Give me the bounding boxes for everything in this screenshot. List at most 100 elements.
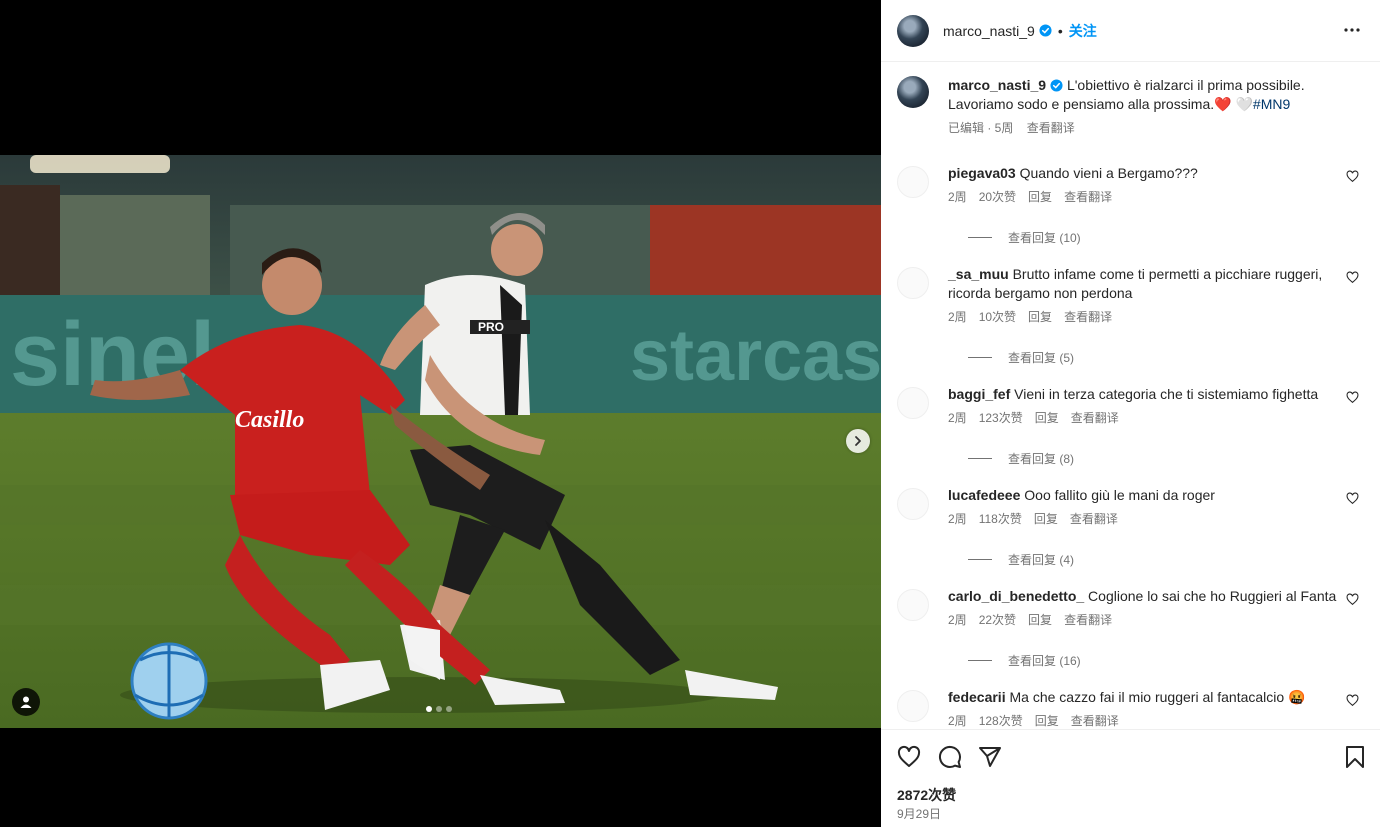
avatar[interactable] — [897, 166, 929, 198]
see-translation-button[interactable]: 查看翻译 — [1064, 310, 1112, 324]
comment-item: piegava03 Quando vieni a Bergamo??? 2周 20… — [897, 164, 1367, 246]
view-replies-button[interactable]: 查看回复 (4) — [968, 551, 1367, 568]
comment-meta: 2周 118次赞 回复 查看翻译 — [948, 510, 1367, 527]
reply-button[interactable]: 回复 — [1035, 411, 1059, 425]
comment-likes[interactable]: 128次赞 — [979, 714, 1023, 728]
comment-text: Quando vieni a Bergamo??? — [1019, 165, 1198, 181]
see-translation-button[interactable]: 查看翻译 — [1071, 411, 1119, 425]
share-icon[interactable] — [978, 745, 1002, 769]
view-replies-button[interactable]: 查看回复 (8) — [968, 450, 1367, 467]
reply-button[interactable]: 回复 — [1028, 613, 1052, 627]
more-icon[interactable] — [1340, 18, 1364, 42]
follow-button[interactable]: 关注 — [1069, 21, 1097, 41]
comment-text: Vieni in terza categoria che ti sistemia… — [1014, 386, 1319, 402]
heart-icon[interactable] — [1346, 170, 1359, 183]
comment-likes[interactable]: 22次赞 — [979, 613, 1016, 627]
heart-icon[interactable] — [1346, 694, 1359, 707]
avatar[interactable] — [897, 14, 929, 47]
comment-text-line: baggi_fef Vieni in terza categoria che t… — [948, 385, 1328, 404]
caption-username[interactable]: marco_nasti_9 — [948, 77, 1046, 93]
replies-divider — [968, 357, 992, 358]
carousel-next-button[interactable] — [846, 429, 870, 453]
post-header: marco_nasti_9 • 关注 — [881, 0, 1380, 62]
verified-icon — [1050, 79, 1063, 92]
comment-username[interactable]: piegava03 — [948, 165, 1016, 181]
heart-icon[interactable] — [1346, 593, 1359, 606]
view-replies-label: 查看回复 (4) — [1008, 553, 1075, 567]
comment-likes[interactable]: 123次赞 — [979, 411, 1023, 425]
chevron-right-icon — [855, 436, 861, 446]
tagged-users-button[interactable] — [12, 688, 40, 716]
ball — [130, 642, 208, 720]
caption-edited: 已编辑 · 5周 — [948, 121, 1014, 135]
caption-meta: 已编辑 · 5周 查看翻译 — [948, 119, 1357, 136]
comment-text: Ooo fallito giù le mani da roger — [1024, 487, 1215, 503]
replies-divider — [968, 458, 992, 459]
comment-text-line: _sa_muu Brutto infame come ti permetti a… — [948, 265, 1328, 303]
comment-age: 2周 — [948, 190, 967, 204]
caption-hashtag[interactable]: #MN9 — [1253, 96, 1290, 112]
comment-likes[interactable]: 10次赞 — [979, 310, 1016, 324]
comment-likes[interactable]: 20次赞 — [979, 190, 1016, 204]
comment-item: baggi_fef Vieni in terza categoria che t… — [897, 385, 1367, 467]
likes-count[interactable]: 2872次赞 — [897, 785, 956, 805]
caption-see-translation[interactable]: 查看翻译 — [1027, 121, 1075, 135]
carousel-dot — [426, 706, 432, 712]
see-translation-button[interactable]: 查看翻译 — [1064, 190, 1112, 204]
post-photo[interactable]: sinel starcasin PRO — [0, 155, 881, 728]
view-replies-label: 查看回复 (5) — [1008, 351, 1075, 365]
reply-button[interactable]: 回复 — [1034, 512, 1058, 526]
comment-item: _sa_muu Brutto infame come ti permetti a… — [897, 265, 1367, 366]
avatar[interactable] — [897, 267, 929, 299]
comment-age: 2周 — [948, 512, 967, 526]
caption-red-heart: ❤️ — [1214, 96, 1232, 112]
media-panel: sinel starcasin PRO — [0, 0, 881, 826]
comment-username[interactable]: lucafedeee — [948, 487, 1020, 503]
see-translation-button[interactable]: 查看翻译 — [1071, 714, 1119, 728]
replies-divider — [968, 237, 992, 238]
comment-text-line: carlo_di_benedetto_ Coglione lo sai che … — [948, 587, 1348, 606]
comment-meta: 2周 128次赞 回复 查看翻译 — [948, 712, 1367, 729]
see-translation-button[interactable]: 查看翻译 — [1070, 512, 1118, 526]
heart-icon[interactable] — [1346, 271, 1359, 284]
view-replies-button[interactable]: 查看回复 (16) — [968, 652, 1367, 669]
comment-meta: 2周 22次赞 回复 查看翻译 — [948, 611, 1367, 628]
separator-dot: • — [1057, 22, 1063, 39]
jersey-sponsor-2: PRO — [478, 320, 504, 334]
comments-list[interactable]: marco_nasti_9 L'obiettivo è rialzarci il… — [881, 62, 1380, 729]
heart-icon[interactable] — [897, 745, 921, 769]
comment-item: lucafedeee Ooo fallito giù le mani da ro… — [897, 486, 1367, 568]
carousel-dot — [446, 706, 452, 712]
carousel-indicator — [426, 706, 452, 712]
replies-divider — [968, 559, 992, 560]
replies-divider — [968, 660, 992, 661]
avatar[interactable] — [897, 76, 929, 108]
reply-button[interactable]: 回复 — [1028, 190, 1052, 204]
comment-username[interactable]: _sa_muu — [948, 266, 1009, 282]
caption-body: marco_nasti_9 L'obiettivo è rialzarci il… — [948, 76, 1357, 114]
view-replies-button[interactable]: 查看回复 (10) — [968, 229, 1367, 246]
verified-icon — [1039, 24, 1052, 37]
avatar[interactable] — [897, 488, 929, 520]
comment-icon[interactable] — [938, 745, 962, 769]
comment-username[interactable]: baggi_fef — [948, 386, 1010, 402]
header-username[interactable]: marco_nasti_9 — [943, 23, 1035, 39]
comment-likes[interactable]: 118次赞 — [979, 512, 1022, 526]
comment-item: fedecarii Ma che cazzo fai il mio rugger… — [897, 688, 1367, 729]
comment-text: Ma che cazzo fai il mio ruggeri al fanta… — [1009, 689, 1306, 705]
comment-meta: 2周 123次赞 回复 查看翻译 — [948, 409, 1367, 426]
comment-text-line: fedecarii Ma che cazzo fai il mio rugger… — [948, 688, 1348, 707]
see-translation-button[interactable]: 查看翻译 — [1064, 613, 1112, 627]
heart-icon[interactable] — [1346, 391, 1359, 404]
bookmark-icon[interactable] — [1343, 745, 1367, 769]
reply-button[interactable]: 回复 — [1035, 714, 1059, 728]
avatar[interactable] — [897, 387, 929, 419]
comment-username[interactable]: fedecarii — [948, 689, 1006, 705]
avatar[interactable] — [897, 690, 929, 722]
avatar[interactable] — [897, 589, 929, 621]
reply-button[interactable]: 回复 — [1028, 310, 1052, 324]
view-replies-button[interactable]: 查看回复 (5) — [968, 349, 1367, 366]
comment-username[interactable]: carlo_di_benedetto_ — [948, 588, 1084, 604]
view-replies-label: 查看回复 (8) — [1008, 452, 1075, 466]
heart-icon[interactable] — [1346, 492, 1359, 505]
